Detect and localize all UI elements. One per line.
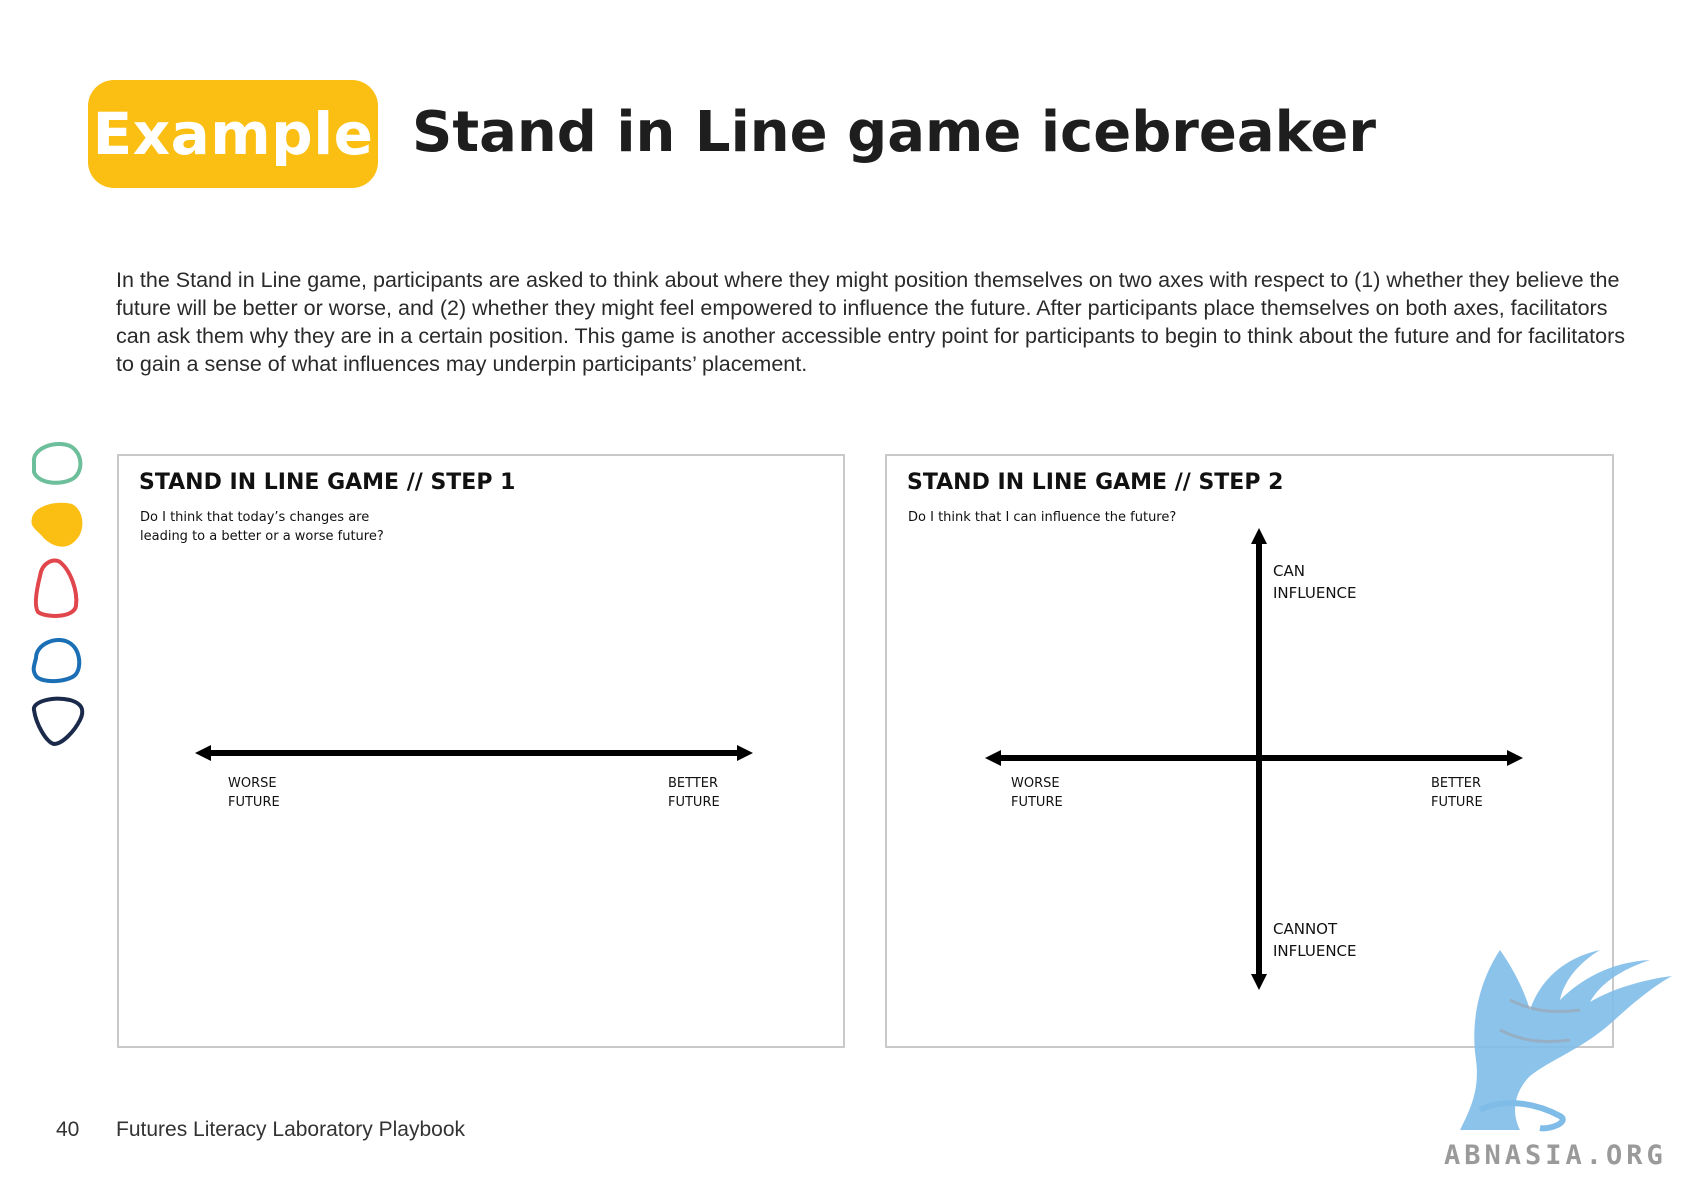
left-arrow-icon — [195, 745, 211, 761]
book-title: Futures Literacy Laboratory Playbook — [116, 1118, 466, 1141]
up-arrow-icon — [1251, 528, 1267, 544]
example-badge: Example — [88, 80, 378, 188]
watermark-text: ABNASIA.ORG — [1444, 1140, 1667, 1171]
step2-top-label: CAN INFLUENCE — [1273, 560, 1357, 604]
step2-right-label-line1: BETTER — [1431, 776, 1482, 791]
yellow-blob-icon — [31, 502, 83, 547]
step2-bottom-label-line2: INFLUENCE — [1273, 942, 1357, 960]
step2-right-label: BETTER FUTURE — [1431, 774, 1483, 812]
green-blob-icon — [32, 442, 83, 485]
page-title: Stand in Line game icebreaker — [412, 100, 1377, 165]
decorative-shapes — [31, 442, 85, 747]
step2-right-label-line2: FUTURE — [1431, 795, 1483, 810]
step2-bottom-label: CANNOT INFLUENCE — [1273, 918, 1357, 962]
page-number: 40 — [56, 1118, 80, 1141]
example-badge-label: Example — [92, 100, 374, 168]
step2-left-label-line1: WORSE — [1011, 776, 1060, 791]
griffin-logo-icon — [1460, 950, 1672, 1132]
step1-left-label-line2: FUTURE — [228, 795, 280, 810]
step2-left-label-line2: FUTURE — [1011, 795, 1063, 810]
intro-paragraph: In the Stand in Line game, participants … — [116, 268, 1626, 376]
step1-right-label-line1: BETTER — [668, 776, 719, 791]
step2-bottom-label-line1: CANNOT — [1273, 920, 1338, 938]
right-arrow-icon — [1507, 750, 1523, 766]
red-blob-icon — [33, 558, 79, 618]
left-arrow-icon — [985, 750, 1001, 766]
step1-left-label-line1: WORSE — [228, 776, 277, 791]
step1-right-label-line2: FUTURE — [668, 795, 720, 810]
step2-top-label-line2: INFLUENCE — [1273, 584, 1357, 602]
right-arrow-icon — [737, 745, 753, 761]
step2-top-label-line1: CAN — [1273, 562, 1305, 580]
step1-right-label: BETTER FUTURE — [668, 774, 720, 812]
step1-panel: STAND IN LINE GAME // STEP 1 Do I think … — [117, 454, 845, 1048]
down-arrow-icon — [1251, 974, 1267, 990]
navy-blob-icon — [32, 696, 85, 747]
step1-left-label: WORSE FUTURE — [228, 774, 280, 812]
step2-left-label: WORSE FUTURE — [1011, 774, 1063, 812]
blue-blob-icon — [31, 638, 82, 683]
step1-horizontal-axis — [195, 745, 753, 761]
